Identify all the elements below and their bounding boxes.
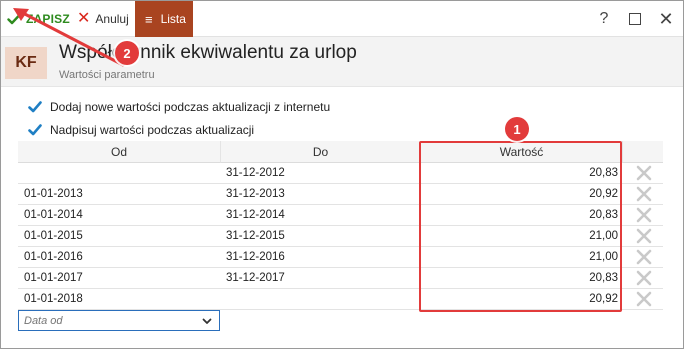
cell-wartosc[interactable]: 20,92 [420,289,618,309]
check-icon [7,13,21,25]
delete-row-button[interactable] [634,268,654,288]
cell-wartosc[interactable]: 21,00 [420,247,618,267]
question-icon: ? [599,10,609,27]
close-icon: ✕ [658,8,674,29]
chevron-down-icon[interactable] [201,315,213,327]
cell-do[interactable]: 31-12-2015 [226,226,416,246]
option-label: Dodaj nowe wartości podczas aktualizacji… [50,100,331,114]
delete-row-button[interactable] [634,247,654,267]
delete-x-icon [636,291,652,307]
cell-do[interactable] [226,289,416,309]
column-header-wartosc[interactable]: Wartość [420,141,622,163]
table-row[interactable]: 01-01-2017 31-12-2017 20,83 [18,268,663,289]
delete-row-button[interactable] [634,184,654,204]
table-row[interactable]: 31-12-2012 20,83 [18,163,663,184]
delete-row-button[interactable] [634,289,654,309]
cell-wartosc[interactable]: 20,83 [420,268,618,288]
cell-wartosc[interactable]: 21,00 [420,226,618,246]
date-from-input[interactable] [24,314,194,327]
cell-do[interactable]: 31-12-2017 [226,268,416,288]
page-title: Współczynnik ekwiwalentu za urlop [59,42,357,63]
annotation-marker-1: 1 [505,117,529,141]
annotation-marker-2: 2 [115,41,139,65]
cell-do[interactable]: 31-12-2014 [226,205,416,225]
maximize-button[interactable] [626,10,644,28]
delete-x-icon [636,165,652,181]
option-overwrite-values[interactable]: Nadpisuj wartości podczas aktualizacji [28,121,254,139]
cell-od[interactable]: 01-01-2016 [24,247,214,267]
module-badge: KF [5,47,47,79]
page-header: KF Współczynnik ekwiwalentu za urlop War… [1,37,683,87]
cancel-button-label: Anuluj [95,12,129,26]
dialog-window: ZAPISZ ✕ Anuluj ≡ Lista ? ✕ KF Współczyn… [0,0,684,349]
table-row[interactable]: 01-01-2018 20,92 [18,289,663,310]
delete-x-icon [636,186,652,202]
cell-wartosc[interactable]: 20,83 [420,163,618,183]
table-row[interactable]: 01-01-2014 31-12-2014 20,83 [18,205,663,226]
delete-row-button[interactable] [634,226,654,246]
list-button[interactable]: ≡ Lista [135,1,193,37]
option-add-new-values[interactable]: Dodaj nowe wartości podczas aktualizacji… [28,98,330,116]
cell-od[interactable]: 01-01-2015 [24,226,214,246]
delete-row-button[interactable] [634,163,654,183]
cell-wartosc[interactable]: 20,83 [420,205,618,225]
cell-od[interactable]: 01-01-2014 [24,205,214,225]
save-button[interactable]: ZAPISZ [7,1,70,37]
page-subtitle: Wartości parametru [59,69,155,81]
cell-od[interactable]: 01-01-2017 [24,268,214,288]
cell-do[interactable]: 31-12-2016 [226,247,416,267]
delete-x-icon [636,207,652,223]
maximize-icon [629,13,641,25]
cell-wartosc[interactable]: 20,92 [420,184,618,204]
checkbox-checked-icon[interactable] [28,123,42,137]
hamburger-icon: ≡ [145,11,153,27]
toolbar: ZAPISZ ✕ Anuluj ≡ Lista ? ✕ [1,1,683,37]
column-header-actions [622,141,663,163]
column-header-od[interactable]: Od [18,141,220,163]
option-label: Nadpisuj wartości podczas aktualizacji [50,123,255,137]
column-header-do[interactable]: Do [220,141,420,163]
table-row[interactable]: 01-01-2016 31-12-2016 21,00 [18,247,663,268]
delete-x-icon [636,249,652,265]
delete-x-icon [636,270,652,286]
x-icon: ✕ [77,10,91,27]
delete-row-button[interactable] [634,205,654,225]
checkbox-checked-icon[interactable] [28,100,42,114]
delete-x-icon [636,228,652,244]
close-button[interactable]: ✕ [657,8,675,29]
list-button-label: Lista [160,12,186,26]
cancel-button[interactable]: ✕ Anuluj [77,1,129,37]
new-date-from-dropdown[interactable] [18,310,220,331]
cell-od[interactable]: 01-01-2013 [24,184,214,204]
cell-do[interactable]: 31-12-2012 [226,163,416,183]
save-button-label: ZAPISZ [26,12,70,26]
table-row[interactable]: 01-01-2013 31-12-2013 20,92 [18,184,663,205]
cell-do[interactable]: 31-12-2013 [226,184,416,204]
table-row[interactable]: 01-01-2015 31-12-2015 21,00 [18,226,663,247]
help-button[interactable]: ? [595,10,613,28]
cell-od[interactable] [24,163,214,183]
cell-od[interactable]: 01-01-2018 [24,289,214,309]
